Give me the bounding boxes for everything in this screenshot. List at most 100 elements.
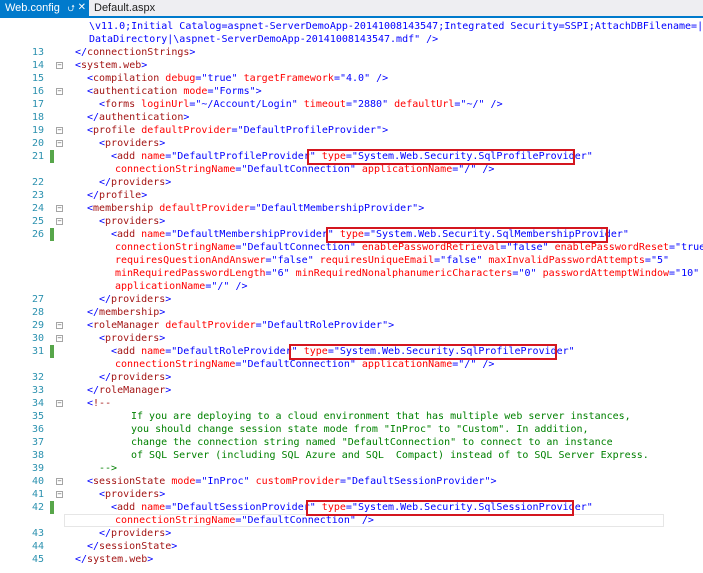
collapse-icon[interactable]: − <box>56 205 63 212</box>
line-number: 35 <box>31 411 44 422</box>
code-line[interactable]: 28 </membership> <box>0 306 703 319</box>
close-icon[interactable]: ✕ <box>78 0 86 16</box>
code-line[interactable]: 36 you should change session state mode f… <box>0 423 703 436</box>
code-line[interactable]: 27 </providers> <box>0 293 703 306</box>
code-text: minRequiredPasswordLength="6" minRequire… <box>115 268 700 279</box>
code-text: <sessionState mode="InProc" customProvid… <box>87 476 497 487</box>
collapse-icon[interactable]: − <box>56 400 63 407</box>
line-number: 22 <box>31 177 44 188</box>
line-number: 42 <box>31 502 44 513</box>
line-number: 17 <box>31 99 44 110</box>
highlight-box <box>306 500 574 516</box>
line-number: 31 <box>31 346 44 357</box>
code-line[interactable]: 39 --> <box>0 462 703 475</box>
line-number: 43 <box>31 528 44 539</box>
code-text: </providers> <box>99 294 172 305</box>
collapse-icon[interactable]: − <box>56 491 63 498</box>
code-text: </connectionStrings> <box>75 47 196 58</box>
code-text: </authentication> <box>87 112 190 123</box>
code-line[interactable]: DataDirectory|\aspnet-ServerDemoApp-2014… <box>0 33 703 46</box>
code-text: <!-- <box>87 398 112 409</box>
code-line[interactable]: \v11.0;Initial Catalog=aspnet-ServerDemo… <box>0 20 703 33</box>
code-text: </providers> <box>99 177 172 188</box>
line-number: 19 <box>31 125 44 136</box>
code-line[interactable]: 38 of SQL Server (including SQL Azure and… <box>0 449 703 462</box>
code-line[interactable]: 23 </profile> <box>0 189 703 202</box>
line-number: 39 <box>31 463 44 474</box>
code-text: <compilation debug="true" targetFramewor… <box>87 73 389 84</box>
code-line[interactable]: 14 − <system.web> <box>0 59 703 72</box>
collapse-icon[interactable]: − <box>56 322 63 329</box>
code-line[interactable]: requiresQuestionAndAnswer="false" requir… <box>0 254 703 267</box>
line-number: 37 <box>31 437 44 448</box>
code-line[interactable]: 17 <forms loginUrl="~/Account/Login" time… <box>0 98 703 111</box>
line-number: 27 <box>31 294 44 305</box>
collapse-icon[interactable]: − <box>56 335 63 342</box>
code-text: <roleManager defaultProvider="DefaultRol… <box>87 320 395 331</box>
code-text: If you are deploying to a cloud environm… <box>131 411 631 422</box>
line-number: 36 <box>31 424 44 435</box>
line-number: 26 <box>31 229 44 240</box>
code-line[interactable]: 32 </providers> <box>0 371 703 384</box>
line-number: 13 <box>31 47 44 58</box>
code-line[interactable]: 43 </providers> <box>0 527 703 540</box>
code-text: <membership defaultProvider="DefaultMemb… <box>87 203 425 214</box>
highlight-box <box>307 149 575 165</box>
line-number: 25 <box>31 216 44 227</box>
collapse-icon[interactable]: − <box>56 88 63 95</box>
code-line[interactable]: 37 change the connection string named "De… <box>0 436 703 449</box>
line-number: 15 <box>31 73 44 84</box>
code-line[interactable]: 19 − <profile defaultProvider="DefaultProf… <box>0 124 703 137</box>
change-marker <box>50 501 54 514</box>
code-line[interactable]: 45 </system.web> <box>0 553 703 566</box>
line-number: 45 <box>31 554 44 565</box>
code-text: <profile defaultProvider="DefaultProfile… <box>87 125 389 136</box>
code-text: --> <box>99 463 118 474</box>
code-line[interactable]: 22 </providers> <box>0 176 703 189</box>
code-editor[interactable]: \v11.0;Initial Catalog=aspnet-ServerDemo… <box>0 18 703 573</box>
code-text: </profile> <box>87 190 148 201</box>
code-text: <authentication mode="Forms"> <box>87 86 262 97</box>
code-text: <forms loginUrl="~/Account/Login" timeou… <box>99 99 503 110</box>
code-line[interactable]: 29 − <roleManager defaultProvider="Default… <box>0 319 703 332</box>
code-text: </system.web> <box>75 554 154 565</box>
code-text: <providers> <box>99 333 166 344</box>
collapse-icon[interactable]: − <box>56 140 63 147</box>
document-tab-bar: Web.config ⮍ ✕ Default.aspx <box>0 0 703 18</box>
code-line[interactable]: 34 − <!-- <box>0 397 703 410</box>
code-text: </roleManager> <box>87 385 172 396</box>
code-text: \v11.0;Initial Catalog=aspnet-ServerDemo… <box>89 21 703 32</box>
highlight-box <box>289 344 557 360</box>
code-text: of SQL Server (including SQL Azure and S… <box>131 450 649 461</box>
code-line[interactable]: 35 If you are deploying to a cloud enviro… <box>0 410 703 423</box>
code-line[interactable]: 18 </authentication> <box>0 111 703 124</box>
tab-label: Default.aspx <box>94 2 156 14</box>
pin-icon[interactable]: ⮍ <box>68 0 75 16</box>
collapse-icon[interactable]: − <box>56 62 63 69</box>
line-number: 29 <box>31 320 44 331</box>
line-number: 30 <box>31 333 44 344</box>
collapse-icon[interactable]: − <box>56 478 63 485</box>
collapse-icon[interactable]: − <box>56 218 63 225</box>
code-line[interactable]: 33 </roleManager> <box>0 384 703 397</box>
code-line[interactable]: minRequiredPasswordLength="6" minRequire… <box>0 267 703 280</box>
code-text: <system.web> <box>75 60 148 71</box>
tab-default-aspx[interactable]: Default.aspx <box>89 0 164 16</box>
code-line[interactable]: 24 − <membership defaultProvider="DefaultM… <box>0 202 703 215</box>
code-line[interactable]: 13 </connectionStrings> <box>0 46 703 59</box>
line-number: 18 <box>31 112 44 123</box>
code-line[interactable]: 15 <compilation debug="true" targetFramew… <box>0 72 703 85</box>
change-marker <box>50 150 54 163</box>
code-line[interactable]: 44 </sessionState> <box>0 540 703 553</box>
line-number: 20 <box>31 138 44 149</box>
code-line[interactable]: 16 − <authentication mode="Forms"> <box>0 85 703 98</box>
line-number: 14 <box>31 60 44 71</box>
code-text: <providers> <box>99 489 166 500</box>
code-text: </membership> <box>87 307 166 318</box>
tab-web-config[interactable]: Web.config ⮍ ✕ <box>0 0 89 16</box>
code-text: <providers> <box>99 138 166 149</box>
collapse-icon[interactable]: − <box>56 127 63 134</box>
code-line[interactable]: 40 − <sessionState mode="InProc" customPro… <box>0 475 703 488</box>
code-line[interactable]: applicationName="/" /> <box>0 280 703 293</box>
line-number: 40 <box>31 476 44 487</box>
